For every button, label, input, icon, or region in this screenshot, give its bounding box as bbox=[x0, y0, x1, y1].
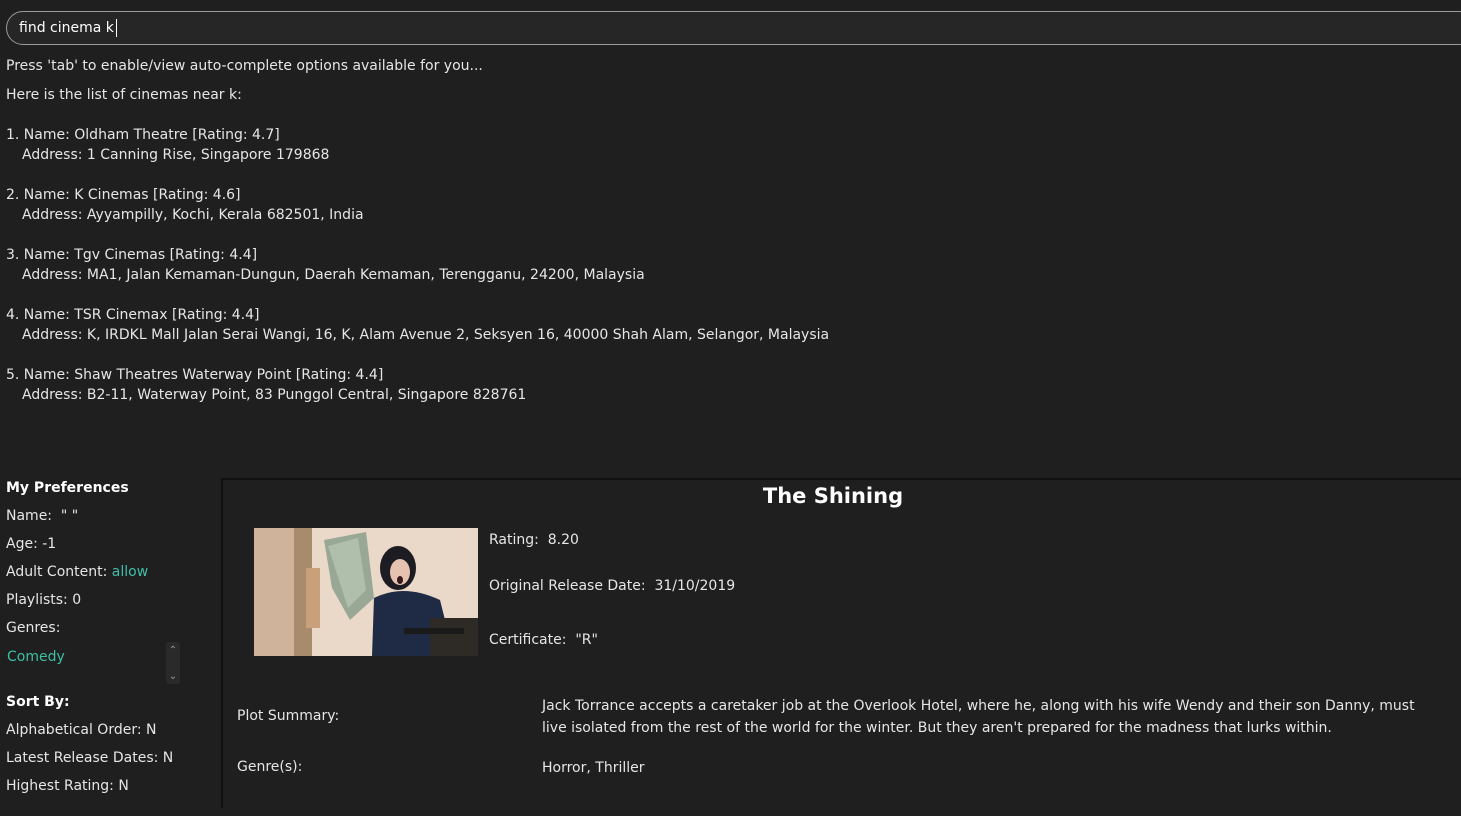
cinema-name: 2. Name: K Cinemas [Rating: 4.6] bbox=[6, 187, 241, 203]
pref-genres-label: Genres: bbox=[6, 620, 61, 636]
cinema-entry: 1. Name: Oldham Theatre [Rating: 4.7] Ad… bbox=[6, 125, 1446, 165]
pref-age: Age: -1 bbox=[6, 536, 57, 552]
pref-adult-label: Adult Content: bbox=[6, 564, 112, 580]
cinema-address: Address: K, IRDKL Mall Jalan Serai Wangi… bbox=[22, 327, 830, 343]
cinema-entry: 3. Name: Tgv Cinemas [Rating: 4.4] Addre… bbox=[6, 245, 1446, 285]
movie-rating: Rating: 8.20 bbox=[489, 532, 579, 548]
cinema-entry: 5. Name: Shaw Theatres Waterway Point [R… bbox=[6, 365, 1446, 405]
preferences-panel: My Preferences Name: " " Age: -1 Adult C… bbox=[6, 474, 206, 800]
movie-release-date: Original Release Date: 31/10/2019 bbox=[489, 578, 736, 594]
genre-list-item[interactable]: Comedy bbox=[7, 642, 65, 670]
pref-adult-content: Adult Content: allow bbox=[6, 558, 206, 586]
preferences-heading: My Preferences bbox=[6, 480, 129, 496]
pref-name: Name: " " bbox=[6, 508, 79, 524]
cinema-address: Address: 1 Canning Rise, Singapore 17986… bbox=[22, 147, 330, 163]
text-caret bbox=[115, 19, 117, 37]
cinema-entry: 2. Name: K Cinemas [Rating: 4.6] Address… bbox=[6, 185, 1446, 225]
movie-poster bbox=[254, 528, 478, 656]
genres-value: Horror, Thriller bbox=[542, 760, 645, 776]
cinema-address: Address: Ayyampilly, Kochi, Kerala 68250… bbox=[22, 207, 364, 223]
movie-title: The Shining bbox=[762, 484, 904, 508]
movie-detail-panel: The Shining Rating: 8.20 Original Releas… bbox=[221, 478, 1461, 808]
result-display: Press 'tab' to enable/view auto-complete… bbox=[6, 56, 1446, 425]
cinema-name: 1. Name: Oldham Theatre [Rating: 4.7] bbox=[6, 127, 280, 143]
cinema-name: 5. Name: Shaw Theatres Waterway Point [R… bbox=[6, 367, 384, 383]
genre-list[interactable]: Comedy ⌃ ⌄ bbox=[6, 642, 182, 684]
sort-highest-rating: Highest Rating: N bbox=[6, 778, 129, 794]
plot-summary-text: Jack Torrance accepts a caretaker job at… bbox=[542, 698, 1415, 736]
movie-certificate: Certificate: "R" bbox=[489, 632, 598, 648]
sort-alphabetical: Alphabetical Order: N bbox=[6, 722, 157, 738]
cinema-address: Address: B2-11, Waterway Point, 83 Pungg… bbox=[22, 387, 527, 403]
autocomplete-hint: Press 'tab' to enable/view auto-complete… bbox=[6, 58, 483, 74]
genres-label: Genre(s): bbox=[237, 759, 303, 775]
pref-playlists: Playlists: 0 bbox=[6, 592, 82, 608]
cinema-entry: 4. Name: TSR Cinemax [Rating: 4.4] Addre… bbox=[6, 305, 1446, 345]
movie-poster-image bbox=[254, 528, 478, 656]
cinema-name: 4. Name: TSR Cinemax [Rating: 4.4] bbox=[6, 307, 260, 323]
pref-adult-value: allow bbox=[111, 564, 149, 580]
chevron-down-icon[interactable]: ⌄ bbox=[166, 670, 180, 684]
cinema-name: 3. Name: Tgv Cinemas [Rating: 4.4] bbox=[6, 247, 258, 263]
result-intro: Here is the list of cinemas near k: bbox=[6, 87, 242, 103]
chevron-up-icon[interactable]: ⌃ bbox=[166, 644, 180, 658]
app-window: find cinema k Press 'tab' to enable/view… bbox=[0, 0, 1461, 816]
command-input[interactable]: find cinema k bbox=[6, 11, 1461, 45]
command-input-text: find cinema k bbox=[19, 20, 114, 36]
cinema-address: Address: MA1, Jalan Kemaman-Dungun, Daer… bbox=[22, 267, 645, 283]
plot-summary-label: Plot Summary: bbox=[237, 708, 340, 724]
sort-latest-release: Latest Release Dates: N bbox=[6, 750, 174, 766]
sort-heading: Sort By: bbox=[6, 694, 70, 710]
